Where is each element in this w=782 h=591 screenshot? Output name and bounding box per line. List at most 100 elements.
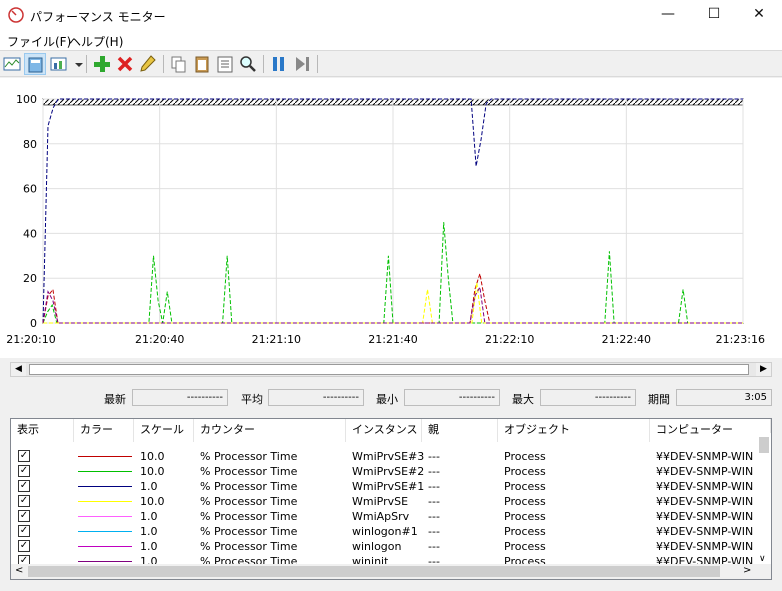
instance-cell: WmiPrvSE#3 — [352, 450, 425, 463]
y-tick-label: 60 — [23, 183, 37, 196]
legend-horizontal-scrollbar[interactable]: < > — [11, 564, 771, 579]
parent-cell: --- — [428, 450, 440, 463]
instance-cell: WmiPrvSE — [352, 495, 409, 508]
change-graph-type-icon[interactable] — [48, 53, 70, 75]
add-counter-icon[interactable] — [91, 53, 113, 75]
counter-cell: % Processor Time — [200, 480, 298, 493]
col-object[interactable]: オブジェクト — [498, 419, 650, 442]
instance-cell: WmiApSrv — [352, 510, 410, 523]
instance-cell: winlogon — [352, 540, 402, 553]
instance-cell: WmiPrvSE#2 — [352, 465, 425, 478]
object-cell: Process — [504, 510, 546, 523]
legend-row[interactable]: ✓ 10.0 % Processor Time WmiPrvSE#2 --- Proces… — [11, 464, 757, 479]
show-checkbox[interactable]: ✓ — [18, 465, 30, 477]
minimize-button[interactable]: — — [645, 0, 691, 30]
zoom-icon[interactable] — [237, 53, 259, 75]
delete-counter-icon[interactable] — [114, 53, 136, 75]
counter-cell: % Processor Time — [200, 450, 298, 463]
view-current-activity-icon[interactable] — [1, 53, 23, 75]
series-color-swatch — [78, 456, 132, 457]
scale-cell: 10.0 — [140, 450, 165, 463]
x-tick-label: 21:23:16 — [716, 333, 765, 346]
show-checkbox[interactable]: ✓ — [18, 525, 30, 537]
last-label: 最新 — [104, 393, 126, 406]
col-scale[interactable]: スケール — [134, 419, 194, 442]
maximize-button[interactable]: ☐ — [691, 0, 737, 30]
legend-row[interactable]: ✓ 1.0 % Processor Time WmiPrvSE#1 --- Process… — [11, 479, 757, 494]
freeze-display-icon[interactable] — [268, 53, 290, 75]
computer-cell: ¥¥DEV-SNMP-WIN — [656, 495, 754, 508]
legend-row[interactable]: ✓ 10.0 % Processor Time WmiPrvSE --- Process ¥… — [11, 494, 757, 509]
series-color-swatch — [78, 561, 132, 562]
close-button[interactable]: ✕ — [736, 0, 782, 30]
scroll-right-icon[interactable]: ▶ — [756, 363, 771, 376]
average-label: 平均 — [241, 393, 263, 406]
counter-legend-table: 表示 カラー スケール カウンター インスタンス 親 オブジェクト コンピュータ… — [10, 418, 772, 580]
col-computer[interactable]: コンピューター — [650, 419, 771, 442]
time-scrollbar[interactable]: ◀ ▶ — [10, 362, 772, 377]
properties-icon[interactable] — [214, 53, 236, 75]
duration-label: 期間 — [648, 393, 670, 406]
legend-header: 表示 カラー スケール カウンター インスタンス 親 オブジェクト コンピュータ… — [11, 419, 771, 442]
y-tick-label: 80 — [23, 138, 37, 151]
col-show[interactable]: 表示 — [11, 419, 74, 442]
update-data-icon[interactable] — [291, 53, 313, 75]
show-checkbox[interactable]: ✓ — [18, 510, 30, 522]
show-checkbox[interactable]: ✓ — [18, 450, 30, 462]
col-parent[interactable]: 親 — [422, 419, 498, 442]
counter-cell: % Processor Time — [200, 525, 298, 538]
y-tick-label: 0 — [30, 317, 37, 330]
show-checkbox[interactable]: ✓ — [18, 480, 30, 492]
highlight-icon[interactable] — [137, 53, 159, 75]
scroll-left-icon[interactable]: ◀ — [11, 363, 26, 376]
object-cell: Process — [504, 465, 546, 478]
horizontal-scroll-thumb[interactable] — [28, 566, 720, 577]
toolbar-separator — [86, 55, 87, 73]
maximum-label: 最大 — [512, 393, 534, 406]
instance-cell: winlogon#1 — [352, 525, 418, 538]
col-instance[interactable]: インスタンス — [346, 419, 422, 442]
scroll-left-icon[interactable]: < — [15, 565, 23, 576]
vertical-scroll-thumb[interactable] — [759, 437, 769, 453]
computer-cell: ¥¥DEV-SNMP-WIN — [656, 540, 754, 553]
counter-cell: % Processor Time — [200, 495, 298, 508]
y-tick-label: 40 — [23, 227, 37, 240]
computer-cell: ¥¥DEV-SNMP-WIN — [656, 465, 754, 478]
counter-cell: % Processor Time — [200, 540, 298, 553]
x-tick-label: 21:20:40 — [135, 333, 184, 346]
object-cell: Process — [504, 495, 546, 508]
copy-properties-icon[interactable] — [168, 53, 190, 75]
scale-cell: 10.0 — [140, 495, 165, 508]
time-range-slider[interactable] — [29, 364, 749, 375]
scroll-down-icon[interactable]: ∨ — [759, 554, 766, 564]
paste-counter-list-icon[interactable] — [191, 53, 213, 75]
legend-row[interactable]: ✓ 10.0 % Processor Time WmiPrvSE#3 --- Proces… — [11, 449, 757, 464]
x-tick-label: 21:22:10 — [485, 333, 534, 346]
legend-vertical-scrollbar[interactable]: ∨ — [757, 433, 771, 564]
y-tick-label: 100 — [16, 93, 37, 106]
instance-cell: WmiPrvSE#1 — [352, 480, 425, 493]
col-counter[interactable]: カウンター — [194, 419, 346, 442]
legend-row[interactable]: ✓ 1.0 % Processor Time winlogon#1 --- Process… — [11, 524, 757, 539]
dropdown-arrow-icon[interactable] — [68, 53, 83, 75]
last-value: ---------- — [132, 389, 228, 406]
computer-cell: ¥¥DEV-SNMP-WIN — [656, 510, 754, 523]
parent-cell: --- — [428, 465, 440, 478]
series-color-swatch — [78, 501, 132, 502]
legend-row[interactable]: ✓ 1.0 % Processor Time WmiApSrv --- Process ¥¥… — [11, 509, 757, 524]
menu-file[interactable]: ファイル(F) — [7, 33, 71, 50]
legend-row[interactable]: ✓ 1.0 % Processor Time winlogon --- Process ¥¥… — [11, 539, 757, 554]
show-checkbox[interactable]: ✓ — [18, 495, 30, 507]
y-tick-label: 20 — [23, 272, 37, 285]
object-cell: Process — [504, 450, 546, 463]
view-log-data-icon[interactable] — [24, 53, 46, 75]
col-color[interactable]: カラー — [74, 419, 134, 442]
menu-help[interactable]: ヘルプ(H) — [69, 33, 123, 50]
computer-cell: ¥¥DEV-SNMP-WIN — [656, 450, 754, 463]
toolbar — [0, 50, 782, 77]
show-checkbox[interactable]: ✓ — [18, 540, 30, 552]
scroll-right-icon[interactable]: > — [743, 565, 751, 576]
series-color-swatch — [78, 516, 132, 517]
perfmon-app-icon — [8, 7, 24, 23]
scale-cell: 1.0 — [140, 525, 158, 538]
